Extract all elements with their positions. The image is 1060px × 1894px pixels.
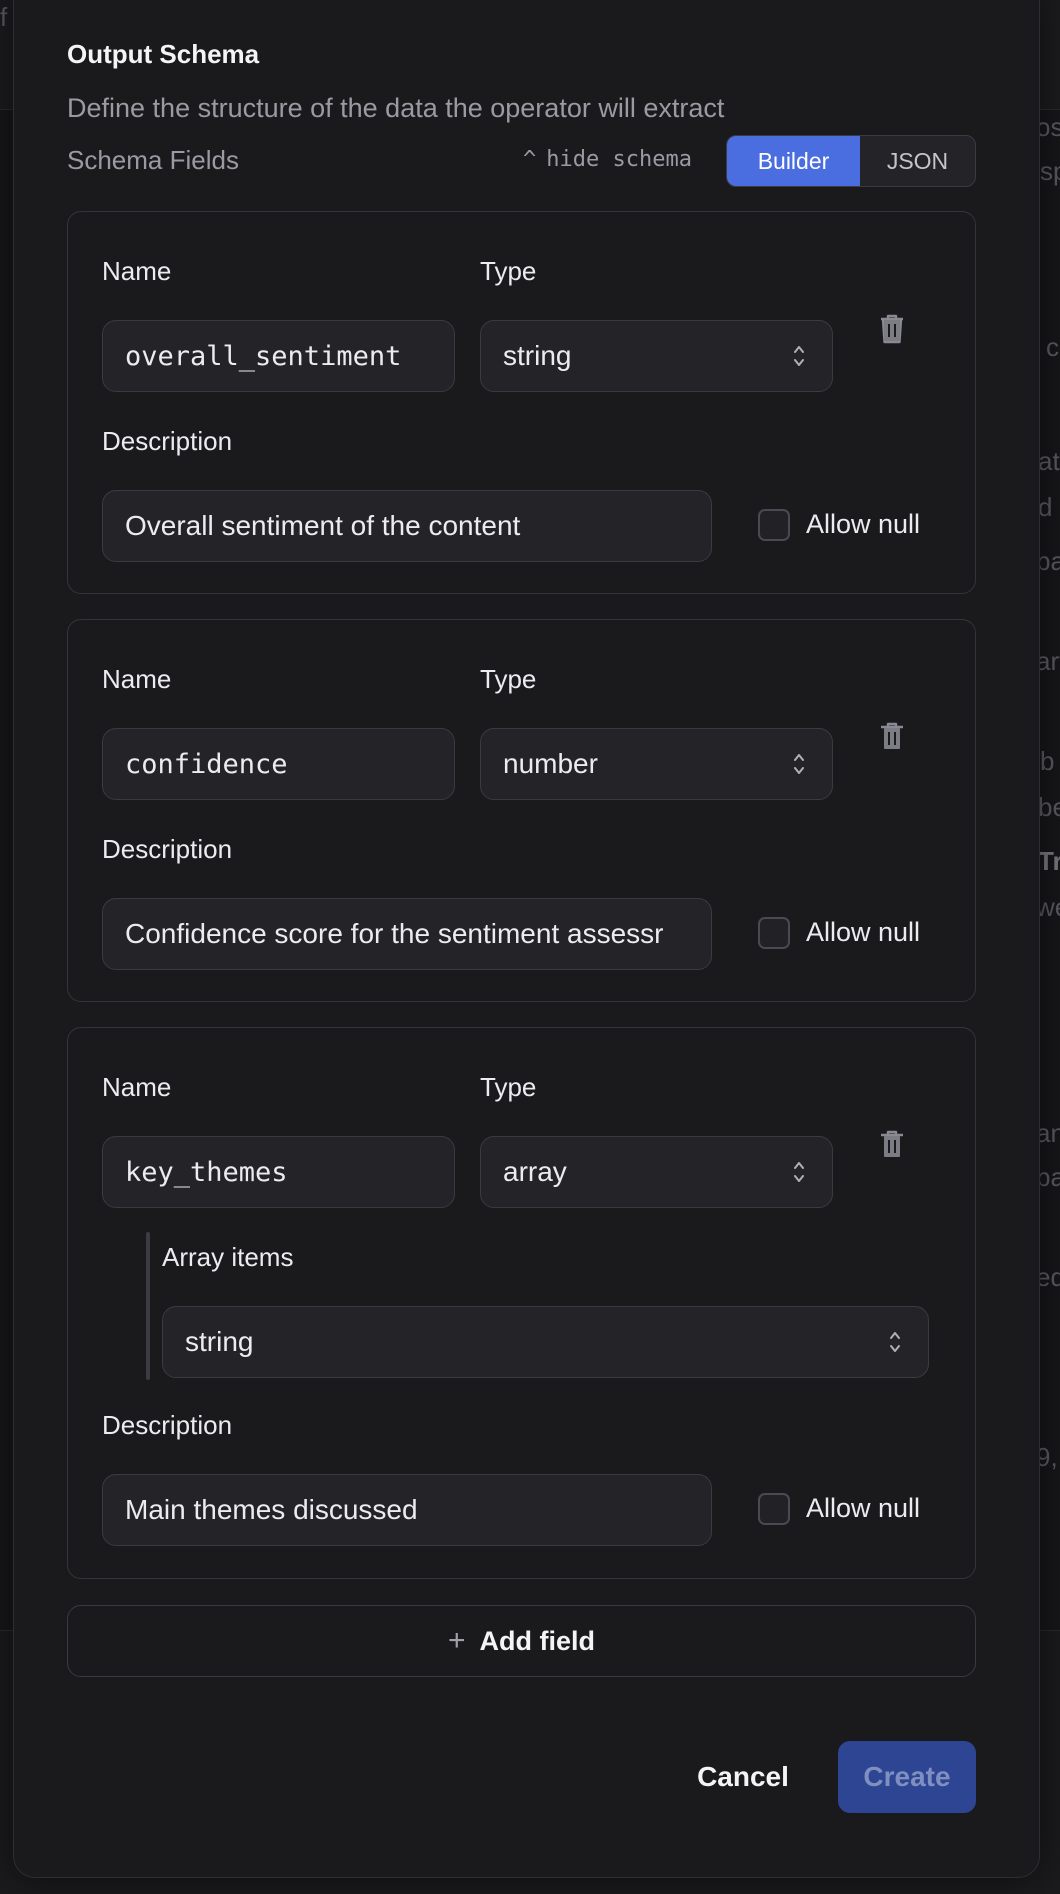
name-label: Name xyxy=(102,1072,172,1102)
description-label: Description xyxy=(102,426,233,456)
description-label: Description xyxy=(102,834,233,864)
trash-icon[interactable] xyxy=(878,1129,906,1161)
allow-null-label: Allow null xyxy=(806,917,921,947)
allow-null-checkbox[interactable] xyxy=(758,509,790,541)
chevron-updown-icon xyxy=(890,1332,900,1352)
field-name-input[interactable]: confidence xyxy=(102,728,455,800)
allow-null-label: Allow null xyxy=(806,1493,921,1523)
field-name-input[interactable]: key_themes xyxy=(102,1136,455,1208)
schema-field-card: Name Type key_themes array Array items s… xyxy=(67,1027,976,1579)
add-field-button[interactable]: + Add field xyxy=(67,1605,976,1677)
array-items-type-select[interactable]: string xyxy=(162,1306,929,1378)
hide-schema-toggle[interactable]: ^ hide schema xyxy=(523,147,692,172)
allow-null-checkbox[interactable] xyxy=(758,917,790,949)
field-type-select[interactable]: string xyxy=(480,320,833,392)
chevron-updown-icon xyxy=(794,754,804,774)
field-type-value: string xyxy=(503,340,572,371)
schema-field-card: Name Type overall_sentiment string Descr… xyxy=(67,211,976,594)
json-mode-button[interactable]: JSON xyxy=(860,136,975,186)
type-label: Type xyxy=(480,1072,537,1102)
description-label: Description xyxy=(102,1410,233,1440)
chevron-updown-icon xyxy=(794,346,804,366)
field-description-input[interactable]: Confidence score for the sentiment asses… xyxy=(102,898,712,970)
plus-icon: + xyxy=(447,1624,466,1657)
create-button[interactable]: Create xyxy=(838,1741,976,1813)
schema-field-card: Name Type confidence number Description … xyxy=(67,619,976,1002)
field-type-value: array xyxy=(503,1156,567,1187)
array-items-label: Array items xyxy=(162,1242,294,1272)
field-description-input[interactable]: Main themes discussed xyxy=(102,1474,712,1546)
cancel-button[interactable]: Cancel xyxy=(677,1741,809,1813)
add-field-label: Add field xyxy=(479,1625,596,1656)
field-description-input[interactable]: Overall sentiment of the content xyxy=(102,490,712,562)
field-name-input[interactable]: overall_sentiment xyxy=(102,320,455,392)
section-description: Define the structure of the data the ope… xyxy=(67,93,725,123)
field-type-select[interactable]: number xyxy=(480,728,833,800)
modal-content: Output Schema Define the structure of th… xyxy=(1,1,1060,1894)
caret-up-icon: ^ xyxy=(523,147,537,172)
trash-icon[interactable] xyxy=(878,721,906,753)
type-label: Type xyxy=(480,664,537,694)
create-operator-modal: Output Schema Define the structure of th… xyxy=(13,0,1040,1878)
array-items-indent-bar xyxy=(146,1232,150,1380)
array-items-type-value: string xyxy=(185,1326,254,1357)
allow-null-checkbox[interactable] xyxy=(758,1493,790,1525)
name-label: Name xyxy=(102,664,172,694)
name-label: Name xyxy=(102,256,172,286)
section-title: Output Schema xyxy=(67,39,260,69)
hide-schema-label: hide schema xyxy=(546,147,692,172)
builder-mode-button[interactable]: Builder xyxy=(727,136,860,186)
trash-icon[interactable] xyxy=(878,313,906,345)
chevron-updown-icon xyxy=(794,1162,804,1182)
allow-null-label: Allow null xyxy=(806,509,921,539)
field-type-select[interactable]: array xyxy=(480,1136,833,1208)
schema-mode-toggle: Builder JSON xyxy=(726,135,976,187)
type-label: Type xyxy=(480,256,537,286)
field-type-value: number xyxy=(503,748,598,779)
schema-fields-label: Schema Fields xyxy=(67,145,239,175)
